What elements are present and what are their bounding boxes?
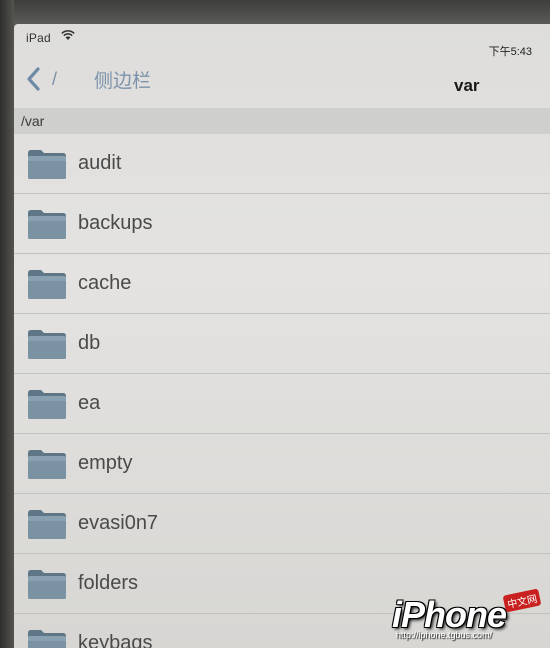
folder-icon	[28, 330, 66, 359]
folder-name: db	[78, 332, 101, 354]
device-bezel-left	[0, 0, 14, 648]
folder-icon	[28, 450, 66, 479]
list-item[interactable]: cache	[14, 254, 550, 314]
watermark: iPhone 中文网 http://iphone.tgbus.com/	[392, 588, 542, 642]
back-path-label: /	[52, 68, 58, 89]
list-item[interactable]: ea	[14, 374, 550, 434]
folder-name: keybags	[78, 632, 153, 648]
list-item[interactable]: audit	[14, 134, 550, 194]
list-item[interactable]: evasi0n7	[14, 494, 550, 554]
list-item[interactable]: db	[14, 314, 550, 374]
navigation-bar: / 侧边栏 var	[14, 46, 550, 108]
wifi-icon	[61, 30, 75, 40]
folder-icon	[28, 570, 66, 599]
folder-name: cache	[78, 272, 132, 294]
device-bezel-top	[0, 0, 550, 26]
folder-name: backups	[78, 212, 153, 234]
folder-name: folders	[78, 572, 139, 594]
chevron-left-icon	[27, 67, 40, 91]
folder-icon	[28, 150, 66, 179]
path-bar: /var	[14, 108, 550, 134]
folder-name: empty	[78, 452, 133, 474]
folder-icon	[28, 270, 66, 299]
list-item[interactable]: backups	[14, 194, 550, 254]
device-name: iPad	[26, 31, 51, 45]
page-title: var	[454, 76, 480, 95]
folder-icon	[28, 210, 66, 239]
folder-name: evasi0n7	[78, 512, 159, 534]
folder-icon	[28, 630, 66, 648]
watermark-url: http://iphone.tgbus.com/	[396, 630, 493, 640]
folder-icon	[28, 510, 66, 539]
folder-icon	[28, 390, 66, 419]
status-bar: iPad 下午5:43	[14, 24, 550, 58]
list-item[interactable]: empty	[14, 434, 550, 494]
back-button[interactable]: /	[24, 64, 57, 94]
screen: iPad 下午5:43 / 侧边栏 var /var audit backups c…	[14, 24, 550, 648]
current-path: /var	[21, 113, 45, 129]
folder-name: ea	[78, 392, 101, 414]
folder-name: audit	[78, 152, 122, 174]
sidebar-back-title[interactable]: 侧边栏	[94, 66, 151, 93]
file-list: audit backups cache db ea empty evasi0n7 folder…	[14, 134, 550, 648]
